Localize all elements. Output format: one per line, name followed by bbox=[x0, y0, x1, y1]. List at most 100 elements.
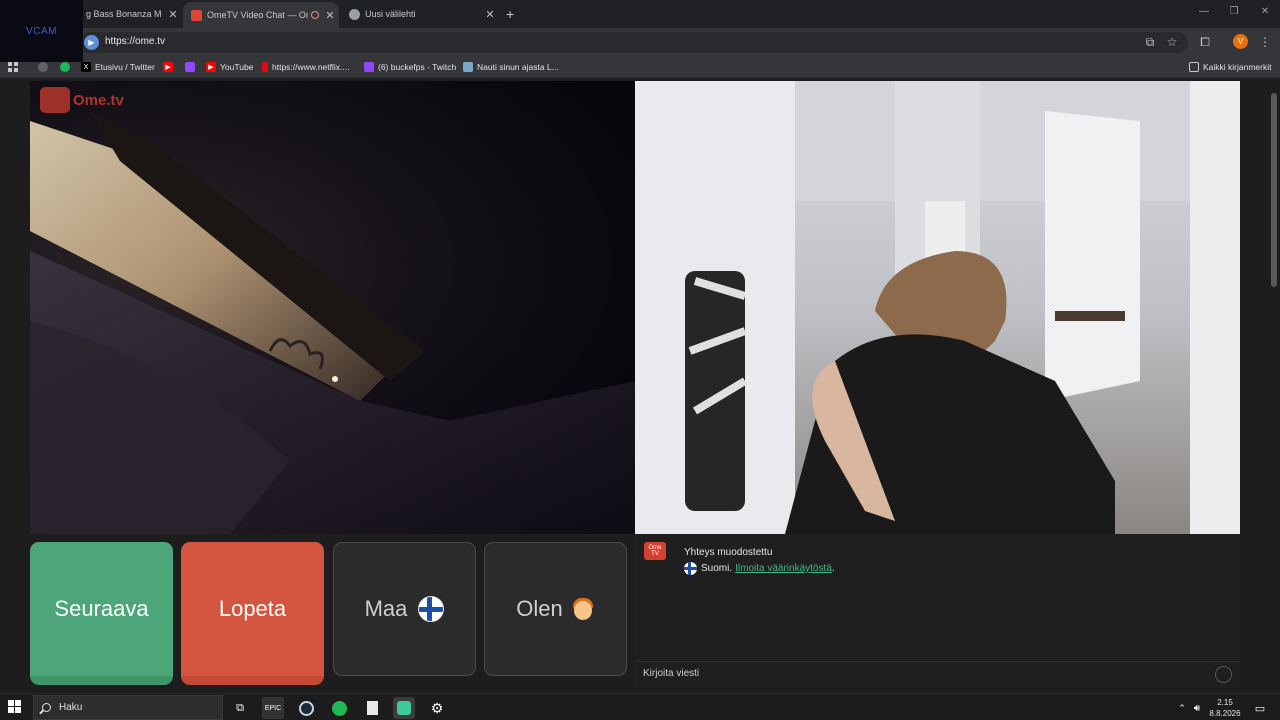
tab-bass-bonanza[interactable]: g Bass Bonanza Meg ✕ bbox=[86, 4, 178, 24]
connection-status: Yhteys muodostettu bbox=[684, 547, 773, 558]
bookmark-twitch-buckefps[interactable]: (6) buckefps - Twitch bbox=[364, 60, 456, 74]
bookmark-twitter[interactable]: X Etusivu / Twitter bbox=[81, 60, 155, 74]
report-abuse-link[interactable]: Ilmoita väärinkäytöstä bbox=[735, 563, 832, 574]
emoji-icon[interactable] bbox=[1215, 666, 1232, 683]
chat-message-input[interactable] bbox=[643, 668, 1203, 679]
app-icon-active[interactable] bbox=[393, 697, 415, 719]
tab-title: g Bass Bonanza Meg bbox=[86, 9, 162, 19]
apps-grid-icon[interactable] bbox=[8, 60, 18, 74]
windows-taskbar: Haku ⧉ EPIC ⚙ ⌃ 🔊︎ 2.15 8.8.2026 ▭ bbox=[0, 693, 1280, 720]
search-icon bbox=[42, 703, 51, 712]
clock-date: 8.8.2026 bbox=[1209, 709, 1241, 718]
clock-time: 2.15 bbox=[1217, 698, 1233, 707]
star-icon[interactable]: ☆ bbox=[1163, 33, 1181, 51]
bookmark-netflix[interactable]: https://www.netflix.... bbox=[262, 60, 349, 74]
tab-ometv[interactable]: OmeTV Video Chat — Ome ✕ bbox=[183, 2, 339, 28]
chrome-favicon-icon bbox=[349, 8, 360, 20]
finland-flag-icon bbox=[418, 596, 445, 622]
local-video-feed: Ome.tv bbox=[30, 81, 635, 534]
twitch-icon bbox=[185, 62, 195, 72]
tab-title: Uusi välilehti bbox=[365, 9, 416, 19]
maximize-icon[interactable]: ❐ bbox=[1227, 6, 1241, 17]
notepad-icon[interactable] bbox=[361, 697, 383, 719]
settings-gear-icon[interactable]: ⚙ bbox=[426, 697, 448, 719]
site-info-icon[interactable]: ▶ bbox=[84, 35, 99, 50]
site-icon bbox=[463, 62, 473, 72]
dark-room-scene bbox=[30, 111, 635, 534]
spotify-icon bbox=[60, 62, 70, 72]
gender-filter-button[interactable]: Olen bbox=[484, 542, 627, 676]
bookmark-nauti[interactable]: Nauti sinun ajasta L... bbox=[463, 60, 559, 74]
search-placeholder: Haku bbox=[59, 702, 83, 713]
bookmark-label: YouTube bbox=[220, 62, 254, 72]
menu-icon[interactable]: ⋮ bbox=[1256, 33, 1274, 51]
bookmark-youtube[interactable]: ▶ YouTube bbox=[206, 60, 253, 74]
system-clock[interactable]: 2.15 8.8.2026 bbox=[1206, 697, 1244, 719]
stranger-country: Suomi. bbox=[701, 563, 733, 574]
scroll-thumb[interactable] bbox=[1271, 93, 1277, 287]
folder-icon bbox=[1189, 62, 1199, 72]
url-text: https://ome.tv bbox=[105, 36, 166, 47]
bookmark-label: https://www.netflix.... bbox=[272, 62, 350, 72]
bookmark-spotify[interactable] bbox=[60, 60, 74, 74]
chat-input-bar bbox=[635, 661, 1240, 687]
country-filter-button[interactable]: Maa bbox=[333, 542, 476, 676]
ometv-page: Ome.tv Seuraava Lopeta Maa Olen Ome TV Y… bbox=[0, 79, 1280, 693]
cast-icon[interactable]: ⧉ bbox=[1141, 33, 1159, 51]
windows-start-icon[interactable] bbox=[8, 700, 22, 714]
spotify-icon[interactable] bbox=[328, 697, 350, 719]
stranger-country-line: Suomi. Ilmoita väärinkäytöstä . bbox=[684, 562, 835, 575]
stop-button[interactable]: Lopeta bbox=[181, 542, 324, 685]
ometv-logo[interactable]: Ome.tv bbox=[40, 87, 124, 113]
task-view-icon[interactable]: ⧉ bbox=[229, 697, 251, 719]
tab-title: OmeTV Video Chat — Ome bbox=[207, 10, 308, 20]
tab-new-tab[interactable]: Uusi välilehti ✕ bbox=[349, 4, 495, 24]
netflix-icon bbox=[262, 62, 268, 72]
bookmark-twitch-1[interactable] bbox=[185, 60, 199, 74]
close-icon[interactable]: ✕ bbox=[168, 8, 178, 21]
globe-icon bbox=[38, 62, 48, 72]
twitch-icon bbox=[364, 62, 374, 72]
bookmark-label: Kaikki kirjanmerkit bbox=[1203, 62, 1272, 72]
tab-strip: g Bass Bonanza Meg ✕ OmeTV Video Chat — … bbox=[0, 0, 1280, 28]
new-tab-button[interactable]: + bbox=[506, 4, 520, 24]
close-icon[interactable]: ✕ bbox=[485, 8, 495, 21]
volume-icon[interactable]: 🔊︎ bbox=[1186, 697, 1208, 719]
ometv-chat-logo-icon: Ome TV bbox=[644, 542, 666, 560]
finland-flag-icon bbox=[684, 562, 697, 575]
bookmark-label: (6) buckefps - Twitch bbox=[378, 62, 457, 72]
address-bar[interactable]: ▶ https://ome.tv bbox=[78, 32, 1188, 53]
close-window-icon[interactable]: ✕ bbox=[1258, 6, 1272, 17]
x-icon: X bbox=[81, 62, 91, 72]
close-icon[interactable]: ✕ bbox=[325, 9, 335, 22]
bookmarks-bar: X Etusivu / Twitter ▶ ▶ YouTube https://ww… bbox=[0, 56, 1280, 78]
recording-icon bbox=[311, 11, 319, 19]
youtube-icon: ▶ bbox=[163, 62, 173, 72]
bookmark-globe[interactable] bbox=[38, 60, 52, 74]
room-scene bbox=[635, 81, 1240, 534]
stranger-video-feed bbox=[635, 81, 1240, 534]
boy-emoji-icon bbox=[571, 596, 595, 622]
youtube-favicon-icon bbox=[191, 9, 202, 21]
country-label: Maa bbox=[364, 596, 408, 621]
period: . bbox=[831, 563, 835, 574]
vcam-overlay-label: VCAM bbox=[0, 0, 83, 62]
steam-icon[interactable] bbox=[295, 697, 317, 719]
epic-games-icon[interactable]: EPIC bbox=[262, 697, 284, 719]
ometv-logo-text: Ome.tv bbox=[73, 91, 124, 109]
bookmark-youtube-1[interactable]: ▶ bbox=[163, 60, 177, 74]
gender-label: Olen bbox=[516, 596, 563, 621]
next-button[interactable]: Seuraava bbox=[30, 542, 173, 685]
browser-toolbar: ▶ https://ome.tv ⧉ ☆ ⧠ V ⋮ bbox=[0, 28, 1280, 56]
extensions-icon[interactable]: ⧠ bbox=[1196, 33, 1214, 51]
minimize-icon[interactable]: — bbox=[1197, 6, 1211, 17]
bookmark-label: Nauti sinun ajasta L... bbox=[477, 62, 559, 72]
page-scrollbar[interactable] bbox=[1268, 79, 1280, 693]
ometv-logo-icon bbox=[40, 87, 70, 113]
profile-avatar[interactable]: V bbox=[1233, 34, 1248, 49]
all-bookmarks[interactable]: Kaikki kirjanmerkit bbox=[1189, 60, 1272, 74]
notifications-icon[interactable]: ▭ bbox=[1249, 697, 1271, 719]
taskbar-search-box[interactable]: Haku bbox=[33, 695, 223, 720]
bookmark-label: Etusivu / Twitter bbox=[95, 62, 155, 72]
youtube-icon: ▶ bbox=[206, 62, 216, 72]
